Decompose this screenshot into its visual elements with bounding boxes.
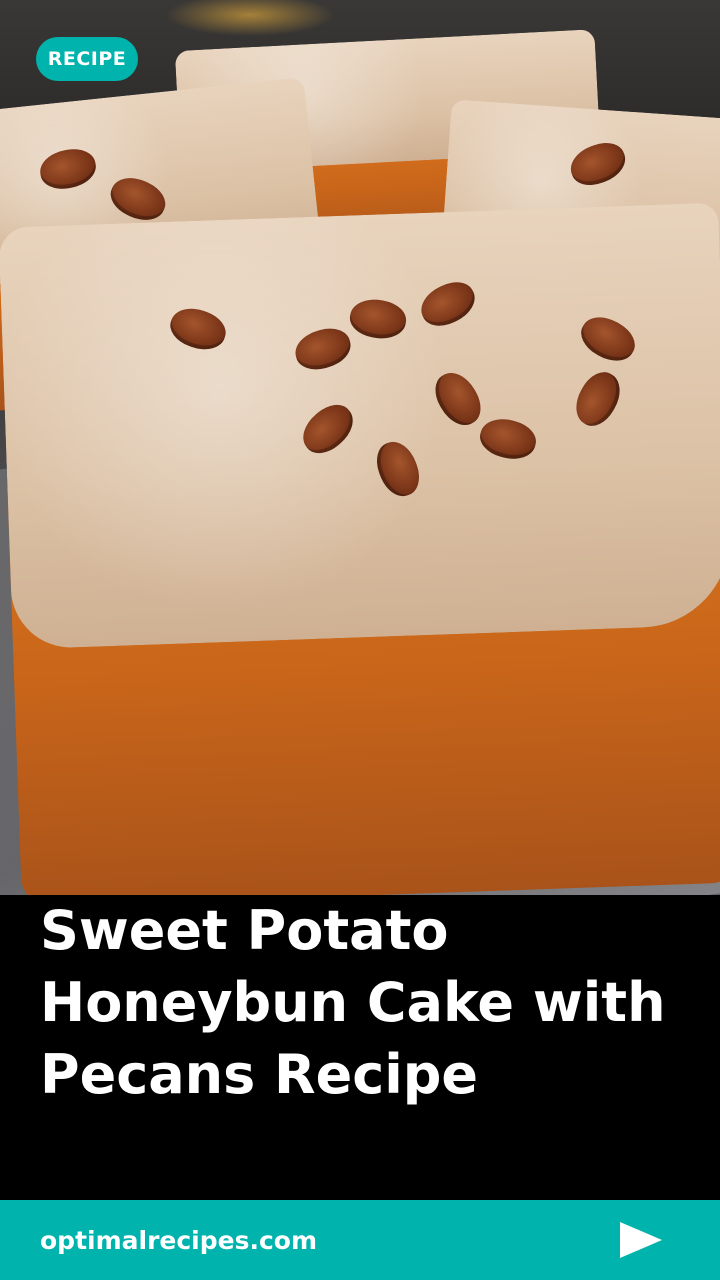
next-button[interactable] bbox=[610, 1214, 670, 1266]
site-link[interactable]: optimalrecipes.com bbox=[40, 1200, 317, 1280]
story-page: RECIPE Sweet Potato Honeybun Cake with P… bbox=[0, 0, 720, 1280]
cake-glaze bbox=[0, 202, 720, 650]
hero-image bbox=[0, 0, 720, 895]
play-arrow-icon bbox=[620, 1222, 662, 1258]
title-block: Sweet Potato Honeybun Cake with Pecans R… bbox=[0, 895, 720, 1200]
recipe-badge: RECIPE bbox=[36, 37, 138, 81]
recipe-title: Sweet Potato Honeybun Cake with Pecans R… bbox=[40, 899, 666, 1106]
footer-bar: optimalrecipes.com bbox=[0, 1200, 720, 1280]
